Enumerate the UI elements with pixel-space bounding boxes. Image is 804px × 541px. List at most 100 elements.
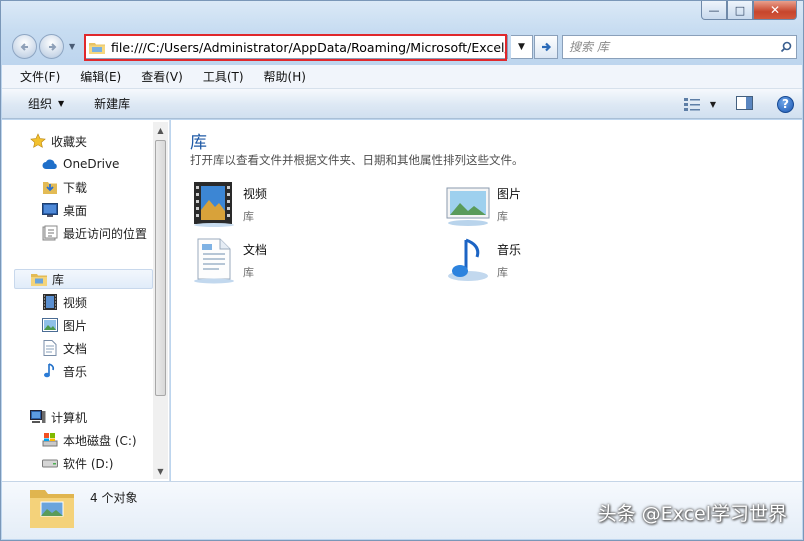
tree-item-recent-places[interactable]: 最近访问的位置 [41,223,147,243]
tree-libraries[interactable]: 库 [14,269,153,289]
menu-file[interactable]: 文件(F) [10,68,70,85]
tile-name: 音乐 [497,243,522,257]
tile-text: 视频 库 [243,185,267,228]
tree-item-music[interactable]: 音乐 [41,361,87,381]
tree-computer[interactable]: 计算机 [29,407,87,427]
tile-text: 音乐 库 [497,241,521,284]
tree-favorites[interactable]: 收藏夹 [29,131,87,151]
new-library-button[interactable]: 新建库 [94,95,130,112]
menu-view[interactable]: 查看(V) [131,68,193,85]
tree-label: 音乐 [63,364,88,379]
tile-type: 库 [243,266,254,279]
tree-label: 收藏夹 [51,134,88,149]
tree-item-drive-c[interactable]: 本地磁盘 (C:) [41,430,137,450]
tree-label: 库 [52,272,65,287]
scrollbar-thumb[interactable] [155,140,166,396]
search-icon[interactable] [776,41,796,53]
view-options-icon [683,98,700,111]
tree-item-documents[interactable]: 文档 [41,338,87,358]
libraries-folder-icon [30,271,48,287]
tree-item-videos[interactable]: 视频 [41,292,87,312]
library-tile-music[interactable]: 音乐 库 [444,236,521,284]
tree-item-onedrive[interactable]: OneDrive [41,154,119,174]
scroll-down-arrow-icon[interactable]: ▼ [153,463,168,479]
tile-type: 库 [243,210,254,223]
music-note-icon [41,363,59,379]
library-tile-documents[interactable]: 文档 库 [190,236,267,284]
tile-type: 库 [497,266,508,279]
address-path[interactable]: file:///C:/Users/Administrator/AppData/R… [111,40,507,55]
watermark: 头条 @Excel学习世界 [597,503,787,525]
tree-label: 本地磁盘 (C:) [63,433,137,448]
forward-button[interactable] [39,34,64,59]
pictures-library-icon [444,180,492,228]
libraries-folder-icon [29,486,75,533]
folder-icon [89,41,105,54]
cloud-icon [41,156,59,172]
chevron-down-icon: ▼ [709,99,716,109]
arrow-left-icon [20,42,28,51]
tree-label: 计算机 [51,410,88,425]
music-library-icon [444,236,492,284]
command-bar-right: ▼ ? [683,89,794,119]
menu-tools[interactable]: 工具(T) [193,68,254,85]
maximize-button[interactable]: □ [727,1,753,20]
page-title: 库 [190,133,207,153]
back-button[interactable] [12,34,37,59]
close-button[interactable]: ✕ [753,1,797,20]
change-view-button[interactable]: ▼ [683,97,716,111]
tree-label: 文档 [63,341,88,356]
details-pane: 4 个对象 头条 @Excel学习世界 [2,481,802,539]
command-bar: 组织 ▼ 新建库 ▼ ? [2,89,802,119]
explorer-window: — □ ✕ ▼ file:///C:/Users/Administrator/A… [0,0,804,541]
search-input[interactable] [569,40,776,54]
preview-pane-icon [736,95,753,110]
library-tile-pictures[interactable]: 图片 库 [444,180,521,228]
navigation-scrollbar[interactable]: ▲ ▼ [153,122,168,479]
computer-icon [29,409,47,425]
navigation-pane: 收藏夹 OneDrive 下载 桌面 最近访问的位置 库 视频 图片 文档 音乐… [2,120,170,481]
tree-label: 桌面 [63,203,88,218]
tree-label: OneDrive [63,157,120,171]
desktop-icon [41,202,59,218]
address-history-dropdown[interactable]: ▼ [511,35,533,59]
minimize-button[interactable]: — [701,1,727,20]
document-icon [41,340,59,356]
tile-text: 图片 库 [497,185,521,228]
organize-button[interactable]: 组织 ▼ [28,95,64,112]
content-pane: 库 打开库以查看文件并根据文件夹、日期和其他属性排列这些文件。 视频 库 图片 … [171,120,802,481]
tree-label: 图片 [63,318,88,333]
page-description: 打开库以查看文件并根据文件夹、日期和其他属性排列这些文件。 [190,153,524,167]
search-box[interactable] [562,35,797,59]
tree-item-downloads[interactable]: 下载 [41,177,87,197]
navigation-row: ▼ file:///C:/Users/Administrator/AppData… [11,32,797,62]
help-button[interactable]: ? [777,95,794,113]
library-tile-videos[interactable]: 视频 库 [190,180,267,228]
menu-edit[interactable]: 编辑(E) [70,68,131,85]
tree-item-pictures[interactable]: 图片 [41,315,87,335]
tree-label: 视频 [63,295,88,310]
item-count: 4 个对象 [90,491,138,505]
tile-name: 视频 [243,187,268,201]
film-icon [41,294,59,310]
caption-buttons: — □ ✕ [701,1,797,20]
recent-pages-dropdown[interactable]: ▼ [69,42,75,51]
menu-help[interactable]: 帮助(H) [254,68,316,85]
recent-places-icon [41,225,59,241]
picture-icon [41,317,59,333]
tree-label: 软件 (D:) [63,456,114,471]
video-library-icon [190,180,238,228]
scroll-up-arrow-icon[interactable]: ▲ [153,122,168,138]
address-bar[interactable]: file:///C:/Users/Administrator/AppData/R… [84,35,508,59]
tree-item-desktop[interactable]: 桌面 [41,200,87,220]
preview-pane-button[interactable] [736,95,753,113]
documents-library-icon [190,236,238,284]
arrow-right-icon [48,42,56,51]
organize-label: 组织 [28,97,53,111]
tree-label: 最近访问的位置 [63,226,148,241]
tree-label: 下载 [63,180,88,195]
system-drive-icon [41,432,59,448]
go-button[interactable] [534,35,558,59]
hard-drive-icon [41,455,59,471]
tree-item-drive-d[interactable]: 软件 (D:) [41,453,113,473]
